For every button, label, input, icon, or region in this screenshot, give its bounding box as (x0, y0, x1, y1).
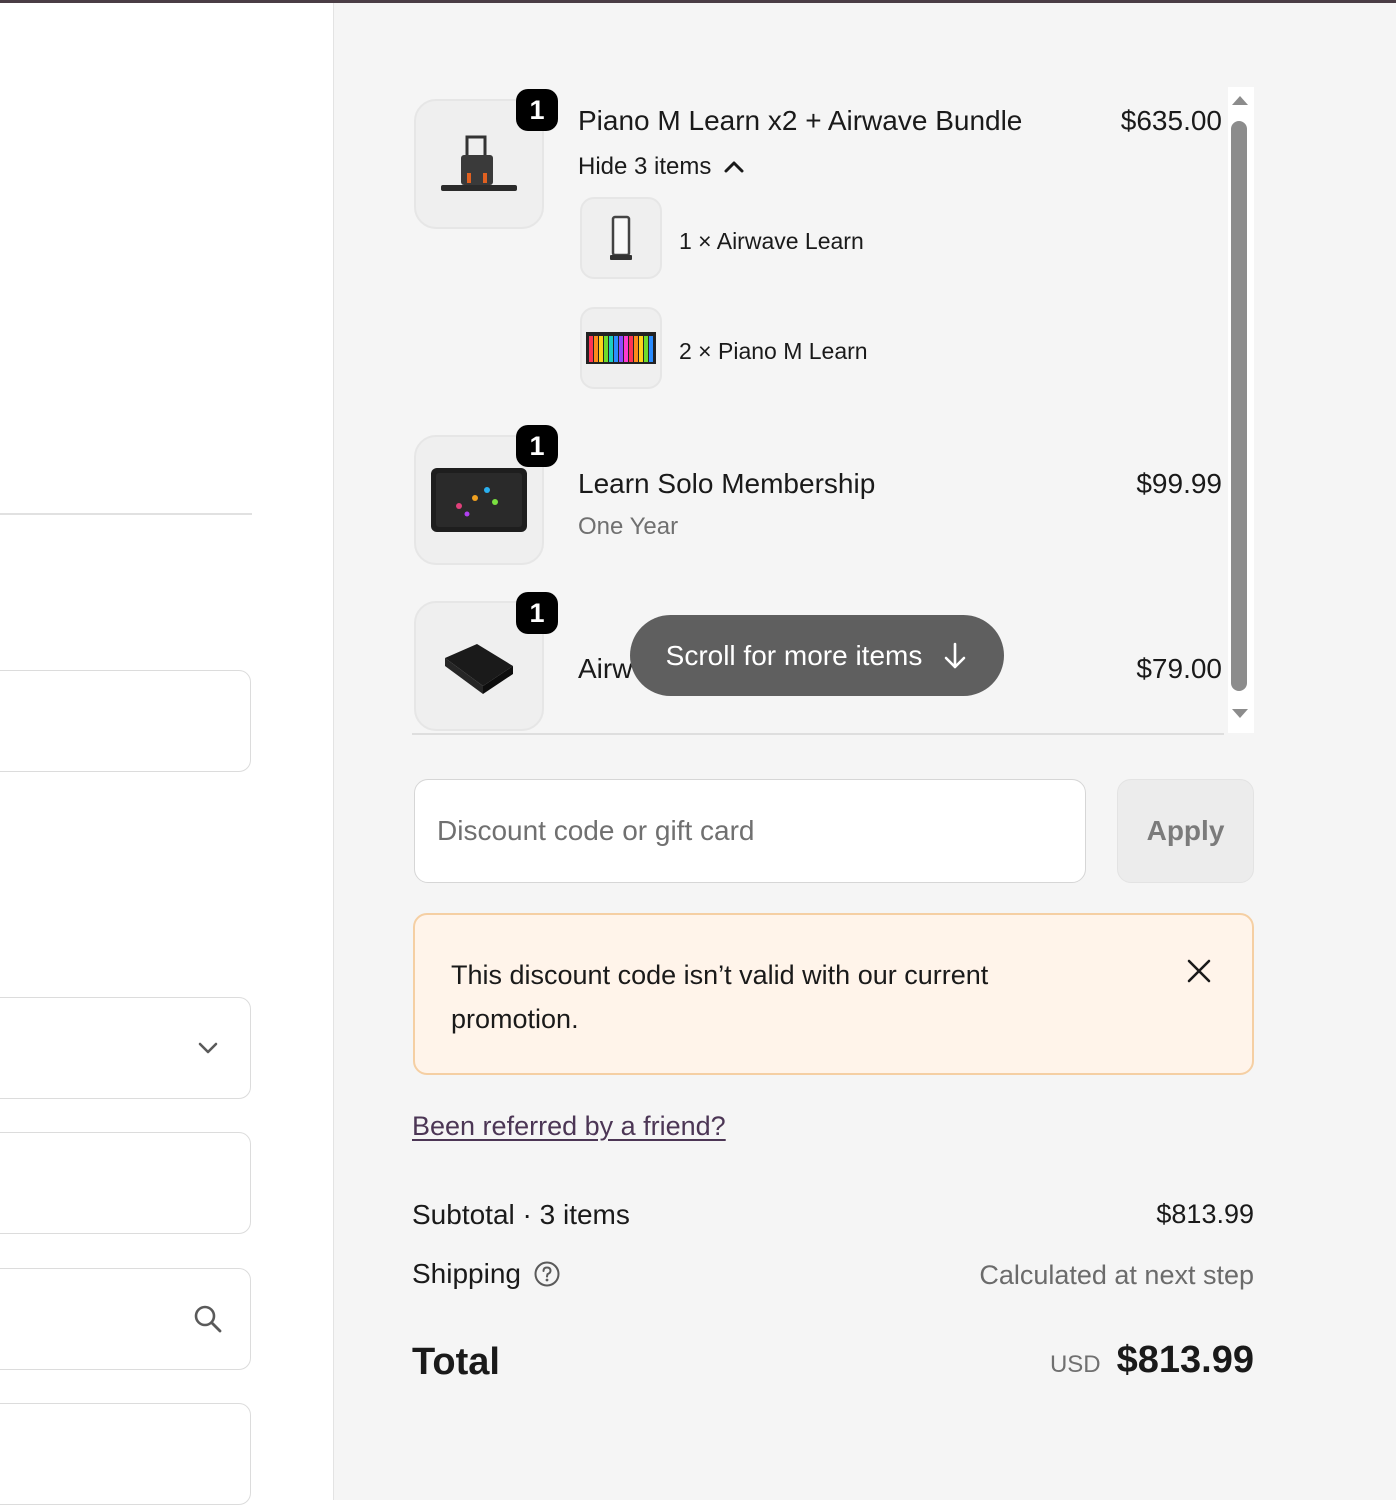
scrollbar-thumb[interactable] (1231, 121, 1247, 691)
subtotal-label: Subtotal · 3 items (412, 1199, 630, 1230)
help-icon[interactable] (533, 1260, 561, 1288)
item-price: $635.00 (1120, 105, 1222, 136)
country-select[interactable] (0, 997, 251, 1099)
sub-item-line: 2 × Piano M Learn (679, 338, 868, 364)
scroll-for-more-button[interactable]: Scroll for more items (630, 615, 1004, 696)
order-summary-panel: 1 Piano M Learn x2 + Airwave Bundle $635… (334, 3, 1396, 1500)
item-name: Airw (578, 653, 633, 684)
form-divider (0, 513, 252, 515)
item-price: $99.99 (1136, 468, 1222, 499)
list-bottom-divider (412, 733, 1224, 735)
quantity-badge: 1 (516, 89, 558, 131)
bundle-image (441, 135, 517, 191)
sub-item-image-piano (580, 307, 662, 389)
hide-items-toggle[interactable]: Hide 3 items (578, 153, 745, 181)
total-label: Total (412, 1341, 500, 1383)
currency-code: USD (1049, 1351, 1101, 1378)
chevron-down-icon (198, 1042, 218, 1054)
tablet-image (431, 468, 527, 532)
item-price: $79.00 (1136, 653, 1222, 684)
chevron-up-icon (724, 161, 744, 173)
case-image (445, 644, 513, 694)
quantity-badge: 1 (516, 425, 558, 467)
address-search-field[interactable] (0, 1268, 251, 1370)
discount-code-input[interactable] (414, 779, 1086, 883)
search-icon (194, 1305, 222, 1333)
referral-link[interactable]: Been referred by a friend? (412, 1111, 726, 1142)
subtotal-value: $813.99 (1156, 1199, 1254, 1229)
sub-item-line: 1 × Airwave Learn (679, 228, 864, 254)
discount-error-banner: This discount code isn’t valid with our … (413, 913, 1254, 1075)
apply-button[interactable]: Apply (1117, 779, 1254, 883)
alert-message: This discount code isn’t valid with our … (451, 960, 989, 1034)
quantity-badge: 1 (516, 592, 558, 634)
scroll-up-arrow-icon[interactable] (1230, 93, 1250, 107)
airwave-image (610, 215, 632, 260)
item-variant: One Year (578, 513, 679, 540)
item-name: Piano M Learn x2 + Airwave Bundle (578, 105, 1023, 136)
scroll-hint-label: Scroll for more items (665, 639, 923, 671)
total-value: $813.99 (1116, 1339, 1254, 1381)
item-name: Learn Solo Membership (578, 468, 876, 499)
scroll-down-arrow-icon[interactable] (1230, 707, 1250, 721)
checkout-form-column (0, 3, 334, 1505)
form-field[interactable] (0, 1403, 251, 1505)
form-field[interactable] (0, 1132, 251, 1234)
toggle-label: Hide 3 items (578, 153, 712, 180)
shipping-value: Calculated at next step (979, 1260, 1254, 1290)
total-amount: USD $813.99 (1050, 1339, 1254, 1382)
piano-keys-image (586, 332, 656, 364)
shipping-label: Shipping (412, 1258, 521, 1289)
form-field[interactable] (0, 670, 251, 772)
sub-item-image-airwave (580, 197, 662, 279)
close-icon[interactable] (1185, 957, 1213, 985)
shipping-row-label: Shipping (412, 1258, 561, 1290)
arrow-down-icon (945, 642, 966, 668)
